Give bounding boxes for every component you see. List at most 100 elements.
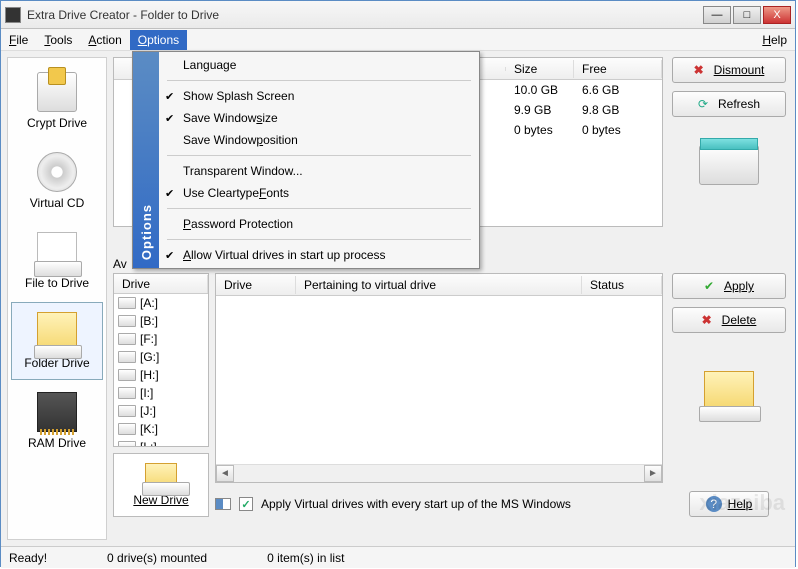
menu-item-save-size[interactable]: ✔Save Window size <box>159 107 479 129</box>
drive-type-sidebar: Crypt Drive Virtual CD File to Drive Fol… <box>7 57 107 540</box>
drive-icon <box>118 333 136 345</box>
drive-letter-row[interactable]: [H:] <box>114 366 208 384</box>
checkmark-icon: ✔ <box>165 187 174 200</box>
available-drives-panel: Drive [A:] [B:] [F:] [G:] [H:] [I:] [J:] [K:] [L… <box>113 273 209 517</box>
sidebar-label: File to Drive <box>25 276 89 290</box>
horizontal-scrollbar[interactable]: ◄ ► <box>216 464 662 482</box>
drive-letter-label: [K:] <box>140 422 158 436</box>
refresh-icon: ⟳ <box>698 97 712 111</box>
drive-letter-row[interactable]: [G:] <box>114 348 208 366</box>
status-ready: Ready! <box>9 551 47 565</box>
virtual-drives-table[interactable]: Drive Pertaining to virtual drive Status… <box>215 273 663 483</box>
menu-item-splash[interactable]: ✔Show Splash Screen <box>159 85 479 107</box>
drive-icon <box>118 405 136 417</box>
drive-icon <box>118 387 136 399</box>
dropdown-sidebar: Options <box>133 52 159 268</box>
drive-letter-row[interactable]: [I:] <box>114 384 208 402</box>
menu-action[interactable]: Action <box>80 30 129 50</box>
folder-drive-big-icon <box>704 371 754 411</box>
menu-options[interactable]: Options <box>130 30 187 50</box>
drive-icon <box>118 297 136 309</box>
cd-icon <box>37 152 77 192</box>
menu-help[interactable]: Help <box>754 30 795 50</box>
status-mounted: 0 drive(s) mounted <box>107 551 207 565</box>
startup-checkbox[interactable]: ✓ <box>239 497 253 511</box>
ram-icon <box>37 392 77 432</box>
drive-letter-row[interactable]: [J:] <box>114 402 208 420</box>
available-drives-list[interactable]: Drive [A:] [B:] [F:] [G:] [H:] [I:] [J:] [K:] [L… <box>113 273 209 447</box>
help-button[interactable]: ?Help <box>689 491 769 517</box>
drive-letter-label: [I:] <box>140 386 153 400</box>
menu-item-save-position[interactable]: Save Window position <box>159 129 479 151</box>
dismount-button[interactable]: ✖Dismount <box>672 57 786 83</box>
sidebar-item-file-to-drive[interactable]: File to Drive <box>11 222 103 300</box>
cell-free: 6.6 GB <box>574 81 627 99</box>
checkmark-icon: ✔ <box>165 90 174 103</box>
apply-button[interactable]: ✔Apply <box>672 273 786 299</box>
drive-icon <box>118 369 136 381</box>
cell-size: 0 bytes <box>506 121 574 139</box>
sidebar-label: Virtual CD <box>30 196 84 210</box>
drive-letter-label: [J:] <box>140 404 156 418</box>
drive-letter-row[interactable]: [K:] <box>114 420 208 438</box>
cell-free: 0 bytes <box>574 121 629 139</box>
new-drive-button[interactable]: New Drive <box>113 453 209 517</box>
sidebar-label: Crypt Drive <box>27 116 87 130</box>
drive-icon <box>118 423 136 435</box>
drive-letter-label: [B:] <box>140 314 158 328</box>
status-list: 0 item(s) in list <box>267 551 344 565</box>
refresh-button[interactable]: ⟳Refresh <box>672 91 786 117</box>
drive-letter-label: [G:] <box>140 350 159 364</box>
drive-letter-label: [H:] <box>140 368 159 382</box>
menu-item-transparent[interactable]: Transparent Window... <box>159 160 479 182</box>
menu-item-password[interactable]: Password Protection <box>159 213 479 235</box>
options-dropdown-menu: Options Language ✔Show Splash Screen ✔Sa… <box>132 51 480 269</box>
sidebar-item-ram-drive[interactable]: RAM Drive <box>11 382 103 460</box>
right-buttons-bottom: ✔Apply ✖Delete <box>669 273 789 411</box>
sidebar-item-crypt[interactable]: Crypt Drive <box>11 62 103 140</box>
menu-item-cleartype[interactable]: ✔Use Cleartype Fonts <box>159 182 479 204</box>
app-icon <box>5 7 21 23</box>
drive-icon <box>118 315 136 327</box>
scroll-right-arrow[interactable]: ► <box>644 465 662 482</box>
crypt-drive-icon <box>37 72 77 112</box>
flag-icon <box>215 498 231 510</box>
sidebar-item-vcd[interactable]: Virtual CD <box>11 142 103 220</box>
drive-icon <box>118 441 136 447</box>
drive-letter-label: [F:] <box>140 332 157 346</box>
scroll-left-arrow[interactable]: ◄ <box>216 465 234 482</box>
sidebar-item-folder-drive[interactable]: Folder Drive <box>11 302 103 380</box>
maximize-button[interactable]: □ <box>733 6 761 24</box>
titlebar[interactable]: Extra Drive Creator - Folder to Drive — … <box>1 1 795 29</box>
delete-button[interactable]: ✖Delete <box>672 307 786 333</box>
checkmark-icon: ✔ <box>165 112 174 125</box>
drive-letter-row[interactable]: [A:] <box>114 294 208 312</box>
drive-letter-row[interactable]: [B:] <box>114 312 208 330</box>
minimize-button[interactable]: — <box>703 6 731 24</box>
startup-option-row: ✓ Apply Virtual drives with every start … <box>215 491 663 517</box>
col-status[interactable]: Status <box>582 276 662 294</box>
x-icon: ✖ <box>702 313 716 327</box>
col-drive[interactable]: Drive <box>114 275 208 293</box>
col-drive[interactable]: Drive <box>216 276 296 294</box>
folder-drive-icon <box>37 312 77 352</box>
menu-file[interactable]: File <box>1 30 36 50</box>
cell-size: 10.0 GB <box>506 81 574 99</box>
drive-letter-label: [L:] <box>140 440 157 447</box>
menu-tools[interactable]: Tools <box>36 30 80 50</box>
menu-item-language[interactable]: Language <box>159 54 479 76</box>
col-size[interactable]: Size <box>506 60 574 78</box>
window-title: Extra Drive Creator - Folder to Drive <box>27 8 703 22</box>
menu-item-startup[interactable]: ✔Allow Virtual drives in start up proces… <box>159 244 479 266</box>
folder-icon <box>145 463 177 489</box>
col-free[interactable]: Free <box>574 60 662 78</box>
x-icon: ✖ <box>694 63 708 77</box>
drive-letter-row[interactable]: [L:] <box>114 438 208 447</box>
col-pertaining[interactable]: Pertaining to virtual drive <box>296 276 582 294</box>
checkmark-icon: ✔ <box>165 249 174 262</box>
drive-letter-label: [A:] <box>140 296 158 310</box>
close-button[interactable]: X <box>763 6 791 24</box>
help-icon: ? <box>706 496 722 512</box>
drive-stack-icon <box>699 145 759 185</box>
drive-letter-row[interactable]: [F:] <box>114 330 208 348</box>
